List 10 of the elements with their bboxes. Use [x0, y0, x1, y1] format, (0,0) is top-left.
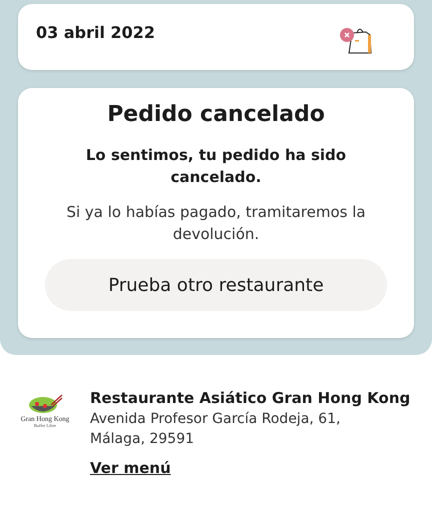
restaurant-name: Restaurante Asiático Gran Hong Kong	[90, 389, 410, 407]
status-message: Lo sentimos, tu pedido ha sido cancelado.	[84, 145, 348, 188]
status-title: Pedido cancelado	[107, 102, 325, 127]
try-another-button[interactable]: Prueba otro restaurante	[45, 259, 387, 311]
restaurant-address: Avenida Profesor García Rodeja, 61, Málaga, 29591	[90, 410, 342, 449]
cancelled-bag-icon	[338, 26, 374, 56]
view-menu-link[interactable]: Ver menú	[90, 459, 171, 477]
wok-icon	[27, 393, 63, 415]
refund-note: Si ya lo habías pagado, tramitaremos la devolución.	[65, 202, 367, 245]
order-date: 03 abril 2022	[36, 23, 156, 42]
